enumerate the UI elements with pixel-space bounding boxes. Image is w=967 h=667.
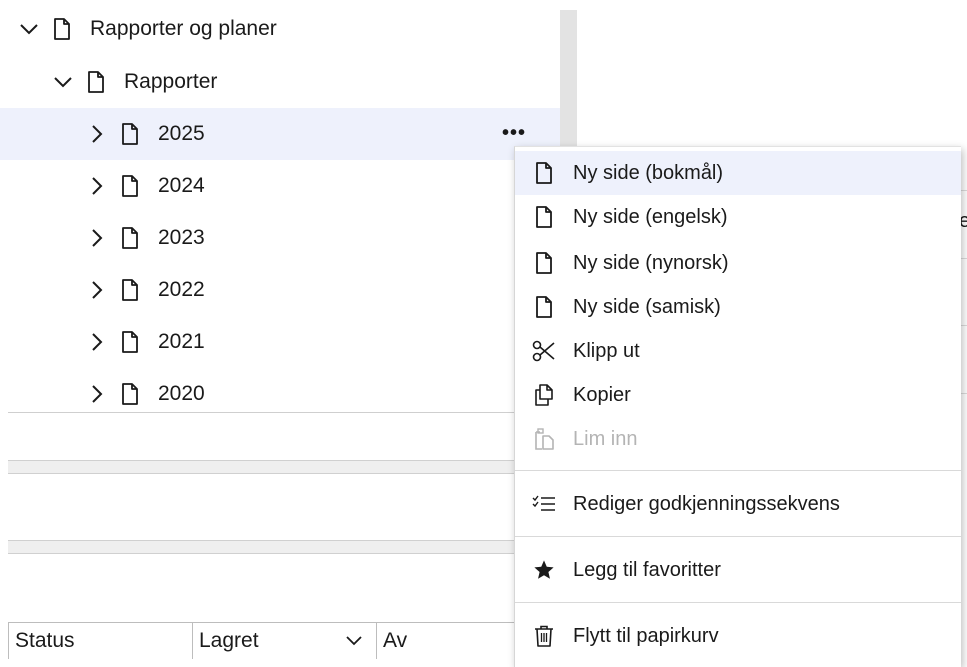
more-actions-button[interactable]: ••• <box>502 118 526 148</box>
chevron-down-icon[interactable] <box>18 18 40 40</box>
column-header-lagret[interactable]: Lagret <box>193 623 377 659</box>
tree-item-2022[interactable]: 2022 <box>0 264 560 316</box>
menu-separator <box>515 470 961 471</box>
divider <box>8 412 560 413</box>
menu-item-new-page-nynorsk[interactable]: Ny side (nynorsk) <box>515 241 961 285</box>
tree-item-rapporter[interactable]: Rapporter <box>0 56 560 108</box>
document-icon <box>120 174 140 198</box>
chevron-right-icon[interactable] <box>86 279 108 301</box>
tree-item-2024[interactable]: 2024 <box>0 160 560 212</box>
tree-item-label: 2025 <box>158 122 205 145</box>
document-icon <box>52 17 72 41</box>
menu-item-add-to-favorites[interactable]: Legg til favoritter <box>515 548 961 592</box>
divider <box>960 393 967 394</box>
document-icon <box>86 70 106 94</box>
menu-item-copy[interactable]: Kopier <box>515 373 961 417</box>
tree-item-label: 2021 <box>158 330 205 353</box>
copy-icon <box>531 382 557 408</box>
trash-icon <box>531 623 557 649</box>
tree-item-label: 2022 <box>158 278 205 301</box>
document-icon <box>120 278 140 302</box>
document-icon <box>531 160 557 186</box>
document-icon <box>531 250 557 276</box>
panel-splitter[interactable] <box>8 540 560 554</box>
tree-item-label: 2020 <box>158 382 205 405</box>
menu-item-new-page-bokmal[interactable]: Ny side (bokmål) <box>515 151 961 195</box>
tree-item-rapporter-og-planer[interactable]: Rapporter og planer <box>0 3 560 55</box>
chevron-right-icon[interactable] <box>86 123 108 145</box>
tree-item-label: 2023 <box>158 226 205 249</box>
panel-splitter[interactable] <box>8 460 560 474</box>
checklist-icon <box>531 491 557 517</box>
menu-item-edit-approval-sequence[interactable]: Rediger godkjenningssekvens <box>515 482 961 526</box>
divider <box>960 190 967 191</box>
chevron-right-icon[interactable] <box>86 175 108 197</box>
tree-item-2023[interactable]: 2023 <box>0 212 560 264</box>
tree-item-label: 2024 <box>158 174 205 197</box>
chevron-right-icon[interactable] <box>86 227 108 249</box>
version-table-header: Status Lagret Av <box>8 622 529 659</box>
document-icon <box>531 204 557 230</box>
menu-item-move-to-trash[interactable]: Flytt til papirkurv <box>515 614 961 658</box>
tree-item-2021[interactable]: 2021 <box>0 316 560 368</box>
menu-separator <box>515 602 961 603</box>
chevron-right-icon[interactable] <box>86 383 108 405</box>
tree-item-label: Rapporter og planer <box>90 17 277 40</box>
tree-item-label: Rapporter <box>124 70 218 93</box>
divider <box>960 325 967 326</box>
menu-separator <box>515 536 961 537</box>
document-icon <box>120 382 140 406</box>
sort-chevron-down-icon[interactable] <box>346 636 362 646</box>
menu-item-new-page-samisk[interactable]: Ny side (samisk) <box>515 285 961 329</box>
document-icon <box>120 226 140 250</box>
menu-item-paste: Lim inn <box>515 417 961 461</box>
scissors-icon <box>531 338 557 364</box>
chevron-right-icon[interactable] <box>86 331 108 353</box>
tree-item-2025[interactable]: 2025 ••• <box>0 108 560 160</box>
menu-item-new-page-engelsk[interactable]: Ny side (engelsk) <box>515 195 961 239</box>
paste-icon <box>531 426 557 452</box>
chevron-down-icon[interactable] <box>52 71 74 93</box>
document-icon <box>120 122 140 146</box>
document-icon <box>120 330 140 354</box>
column-header-status[interactable]: Status <box>9 623 193 659</box>
document-icon <box>531 294 557 320</box>
menu-item-cut[interactable]: Klipp ut <box>515 329 961 373</box>
context-menu: Ny side (bokmål) Ny side (engelsk) Ny si… <box>514 146 961 667</box>
divider <box>960 258 967 259</box>
column-header-av[interactable]: Av <box>377 623 529 659</box>
star-icon <box>531 557 557 583</box>
